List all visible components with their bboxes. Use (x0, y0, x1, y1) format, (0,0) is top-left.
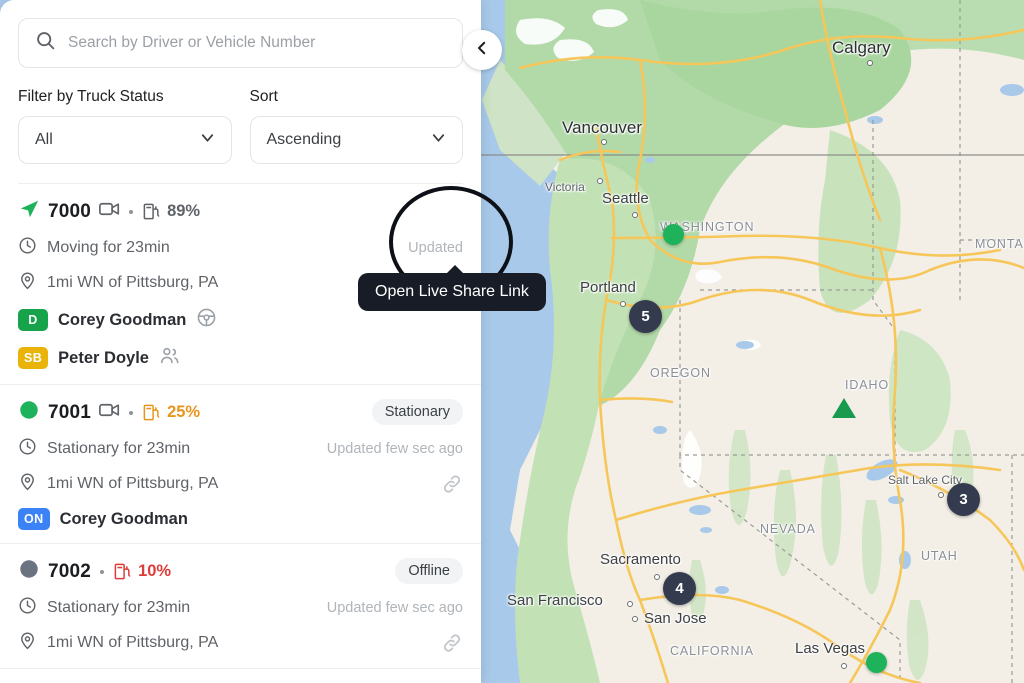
live-share-link-button[interactable] (441, 632, 463, 654)
truck-updated: Updated (408, 240, 463, 256)
separator-dot (129, 209, 134, 214)
circle-dot-icon (18, 558, 40, 585)
filter-status-value: All (35, 131, 53, 148)
truck-location-row: 1mi WN of Pittsburg, PA (18, 472, 463, 496)
truck-updated: Updated few sec ago (326, 600, 463, 616)
clock-icon (18, 236, 37, 260)
truck-duration-row: Stationary for 23min Updated few sec ago (18, 596, 463, 620)
map-cluster-marker[interactable]: 5 (629, 300, 662, 333)
fuel-percent: 25% (167, 403, 201, 421)
truck-duration: Stationary for 23min (47, 599, 191, 616)
role-badge: D (18, 309, 48, 331)
sort-select[interactable]: Ascending (249, 116, 463, 164)
city-dot (938, 492, 944, 498)
live-share-link-button[interactable] (441, 473, 463, 495)
city-dot (867, 60, 873, 66)
people-icon (159, 345, 180, 371)
steering-wheel-icon (196, 307, 217, 333)
separator-dot (129, 410, 134, 415)
city-dot (654, 574, 660, 580)
city-dot (627, 601, 633, 607)
separator-dot (100, 569, 105, 574)
truck-updated: Updated few sec ago (326, 441, 463, 457)
app-root: Calgary Vancouver Victoria Seattle Portl… (0, 0, 1024, 683)
city-dot (841, 663, 847, 669)
sort-label: Sort (249, 88, 278, 105)
camera-icon (99, 402, 120, 423)
codriver-row[interactable]: SB Peter Doyle (18, 345, 463, 371)
driver-row[interactable]: ON Corey Goodman (18, 508, 463, 530)
filter-status-group: Filter by Truck Status All (18, 88, 232, 164)
map-cluster-marker[interactable]: 3 (947, 483, 980, 516)
search-input[interactable] (68, 34, 446, 52)
fuel-percent: 10% (138, 562, 172, 580)
city-dot (601, 139, 607, 145)
person-name: Corey Goodman (58, 310, 187, 329)
location-pin-icon (18, 472, 37, 496)
chevron-left-icon (473, 39, 491, 62)
city-dot (620, 301, 626, 307)
search-icon (35, 30, 56, 56)
chevron-down-icon (198, 128, 217, 152)
navigation-arrow-icon (18, 198, 40, 225)
truck-header-row: 7000 89% (18, 198, 463, 225)
truck-location-row: 1mi WN of Pittsburg, PA (18, 631, 463, 655)
truck-id: 7001 (48, 401, 92, 423)
clock-icon (18, 437, 37, 461)
sidebar-header: Filter by Truck Status All Sort Ascendin… (0, 0, 481, 184)
city-dot (632, 212, 638, 218)
location-pin-icon (18, 271, 37, 295)
map-cluster-marker[interactable]: 4 (663, 572, 696, 605)
fuel-percent: 89% (167, 202, 201, 220)
truck-id: 7000 (48, 200, 92, 222)
collapse-sidebar-button[interactable] (462, 30, 502, 70)
tooltip: Open Live Share Link (358, 265, 546, 311)
city-dot (632, 616, 638, 622)
vehicle-marker-triangle[interactable] (832, 398, 856, 423)
circle-dot-icon (18, 399, 40, 426)
location-pin-icon (18, 631, 37, 655)
truck-list-item[interactable]: Stationary 7001 25% Stationary for 23min… (0, 385, 481, 544)
truck-location: 1mi WN of Pittsburg, PA (47, 274, 219, 291)
filter-status-label: Filter by Truck Status (18, 88, 164, 105)
clock-icon (18, 596, 37, 620)
sort-value: Ascending (266, 131, 342, 148)
camera-icon (99, 201, 120, 222)
sort-group: Sort Ascending (249, 88, 463, 164)
truck-duration: Stationary for 23min (47, 440, 191, 457)
person-name: Peter Doyle (58, 348, 149, 367)
city-dot (597, 178, 603, 184)
truck-list-item[interactable]: Offline 7002 10% Stationary for 23min Up… (0, 544, 481, 669)
filter-row: Filter by Truck Status All Sort Ascendin… (18, 88, 463, 164)
role-badge: SB (18, 347, 49, 369)
role-badge: ON (18, 508, 50, 530)
filter-status-select[interactable]: All (18, 116, 232, 164)
truck-location: 1mi WN of Pittsburg, PA (47, 634, 219, 651)
truck-location: 1mi WN of Pittsburg, PA (47, 475, 219, 492)
fuel-indicator: 25% (142, 403, 200, 422)
fuel-indicator: 89% (142, 202, 200, 221)
truck-duration-row: Stationary for 23min Updated few sec ago (18, 437, 463, 461)
chevron-down-icon (429, 128, 448, 152)
truck-duration-row: Moving for 23min Updated (18, 236, 463, 260)
truck-id: 7002 (48, 560, 92, 582)
person-name: Corey Goodman (59, 509, 188, 528)
vehicle-marker-dot[interactable] (663, 224, 684, 245)
search-bar[interactable] (18, 18, 463, 68)
truck-duration: Moving for 23min (47, 239, 170, 256)
fleet-sidebar: Filter by Truck Status All Sort Ascendin… (0, 0, 481, 683)
status-badge: Stationary (371, 399, 463, 425)
fuel-indicator: 10% (113, 562, 171, 581)
status-badge: Offline (395, 558, 463, 584)
vehicle-marker-dot[interactable] (866, 652, 887, 673)
